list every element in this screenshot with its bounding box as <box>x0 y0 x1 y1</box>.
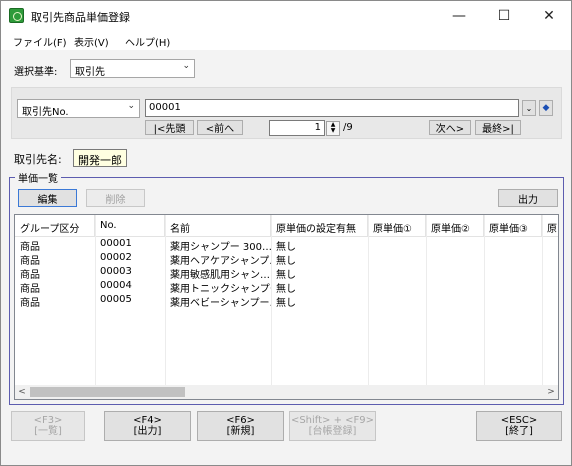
column-header-price1[interactable]: 原単価① <box>368 215 426 237</box>
unit-price-group-title: 単価一覧 <box>15 170 61 185</box>
scroll-right-icon[interactable]: > <box>544 385 558 399</box>
menu-file[interactable]: ファイル(F) <box>13 34 67 49</box>
cell-group: 商品 <box>20 256 40 267</box>
close-button[interactable]: ✕ <box>527 1 571 31</box>
table-header: グループ区分 No. 名前 原単価の設定有無 原単価① 原単価② 原単価③ 原 <box>15 215 558 237</box>
table-row[interactable]: 商品 00005 薬用ベビーシャンプー… 無し <box>15 294 558 309</box>
horizontal-scrollbar[interactable]: < > <box>15 385 558 399</box>
cell-setting: 無し <box>276 270 296 281</box>
client-name-label: 取引先名: <box>14 153 62 166</box>
chevron-down-icon: ⌄ <box>182 61 190 71</box>
f6-new-button[interactable]: <F6> [新規] <box>197 411 284 441</box>
unit-price-table: グループ区分 No. 名前 原単価の設定有無 原単価① 原単価② 原単価③ 原 … <box>14 214 559 400</box>
cell-setting: 無し <box>276 256 296 267</box>
prev-button[interactable]: <前へ <box>197 120 243 135</box>
page-spinner[interactable]: ▲ ▼ <box>326 121 340 136</box>
column-header-no[interactable]: No. <box>95 215 165 237</box>
chevron-down-icon: ⌄ <box>127 101 135 111</box>
scroll-thumb[interactable] <box>30 387 185 397</box>
f3-key: <F3> <box>33 415 63 426</box>
code-input[interactable]: 00001 <box>145 99 519 117</box>
field-combo[interactable]: 取引先No. ⌄ <box>17 99 140 118</box>
f6-key: <F6> <box>226 415 255 426</box>
f4-label: [出力] <box>133 426 162 437</box>
last-button[interactable]: 最終>| <box>475 120 521 135</box>
f6-label: [新規] <box>226 426 255 437</box>
minimize-button[interactable]: — <box>437 1 481 31</box>
diamond-icon[interactable]: ◆ <box>539 100 553 116</box>
cell-group: 商品 <box>20 298 40 309</box>
esc-key: <ESC> <box>500 415 538 426</box>
chevron-down-icon: ⌄ <box>525 103 533 113</box>
scroll-left-icon[interactable]: < <box>15 385 29 399</box>
cell-group: 商品 <box>20 284 40 295</box>
cell-name: 薬用ベビーシャンプー… <box>170 298 271 309</box>
cell-no: 00003 <box>100 266 132 277</box>
search-panel: 取引先No. ⌄ 00001 ⌄ ◆ |<先頭 <前へ 1 /9 次へ> 最終>… <box>11 87 562 139</box>
edit-button[interactable]: 編集 <box>18 189 77 207</box>
cell-setting: 無し <box>276 284 296 295</box>
column-header-setting[interactable]: 原単価の設定有無 <box>271 215 368 237</box>
column-header-price3[interactable]: 原単価③ <box>484 215 542 237</box>
cell-name: 薬用敏感肌用シャン… <box>170 270 270 281</box>
column-header-price2[interactable]: 原単価② <box>426 215 484 237</box>
cell-no: 00002 <box>100 252 132 263</box>
cell-setting: 無し <box>276 242 296 253</box>
cell-no: 00001 <box>100 238 132 249</box>
page-total: /9 <box>343 122 353 133</box>
cell-group: 商品 <box>20 270 40 281</box>
cell-setting: 無し <box>276 298 296 309</box>
delete-button[interactable]: 削除 <box>86 189 145 207</box>
selection-value: 取引先 <box>75 67 105 78</box>
next-button[interactable]: 次へ> <box>429 120 471 135</box>
table-row[interactable]: 商品 00002 薬用ヘアケアシャンプ… 無し <box>15 252 558 267</box>
esc-exit-button[interactable]: <ESC> [終了] <box>476 411 562 441</box>
main-window: 取引先商品単価登録 — ☐ ✕ ファイル(F) 表示(V) ヘルプ(H) 選択基… <box>0 0 572 466</box>
cell-name: 薬用シャンプー 300… <box>170 242 271 253</box>
cell-no: 00005 <box>100 294 132 305</box>
menu-bar: ファイル(F) 表示(V) ヘルプ(H) <box>1 31 571 50</box>
esc-label: [終了] <box>505 426 533 437</box>
selection-label: 選択基準: <box>14 67 58 78</box>
column-header-name[interactable]: 名前 <box>165 215 271 237</box>
table-row[interactable]: 商品 00004 薬用トニックシャンプー… 無し <box>15 280 558 295</box>
page-input[interactable]: 1 <box>269 120 325 136</box>
code-dropdown-button[interactable]: ⌄ <box>522 100 536 116</box>
client-name-value: 開発一郎 <box>73 149 127 167</box>
column-header-price4[interactable]: 原 <box>542 215 558 237</box>
selection-combo[interactable]: 取引先 ⌄ <box>70 59 195 78</box>
menu-help[interactable]: ヘルプ(H) <box>125 34 170 49</box>
shift-f9-label: [台帳登録] <box>308 426 357 437</box>
table-row[interactable]: 商品 00003 薬用敏感肌用シャン… 無し <box>15 266 558 281</box>
cell-group: 商品 <box>20 242 40 253</box>
column-header-group[interactable]: グループ区分 <box>15 215 95 237</box>
status-bar <box>1 447 571 465</box>
shift-f9-key: <Shift> + <F9> <box>290 415 375 426</box>
f4-key: <F4> <box>133 415 162 426</box>
f4-output-button[interactable]: <F4> [出力] <box>104 411 191 441</box>
spin-down-icon: ▼ <box>330 127 336 134</box>
cell-name: 薬用ヘアケアシャンプ… <box>170 256 271 267</box>
first-button[interactable]: |<先頭 <box>145 120 194 135</box>
window-title: 取引先商品単価登録 <box>31 11 130 24</box>
app-icon <box>9 8 24 23</box>
cell-no: 00004 <box>100 280 132 291</box>
table-row[interactable]: 商品 00001 薬用シャンプー 300… 無し <box>15 238 558 253</box>
output-button[interactable]: 出力 <box>498 189 558 207</box>
title-bar: 取引先商品単価登録 — ☐ ✕ <box>1 1 571 31</box>
field-combo-value: 取引先No. <box>22 107 69 118</box>
menu-view[interactable]: 表示(V) <box>74 34 109 49</box>
f3-list-button[interactable]: <F3> [一覧] <box>11 411 85 441</box>
f3-label: [一覧] <box>34 426 62 437</box>
shift-f9-register-button[interactable]: <Shift> + <F9> [台帳登録] <box>289 411 376 441</box>
maximize-button[interactable]: ☐ <box>482 1 526 31</box>
cell-name: 薬用トニックシャンプー… <box>170 284 271 295</box>
